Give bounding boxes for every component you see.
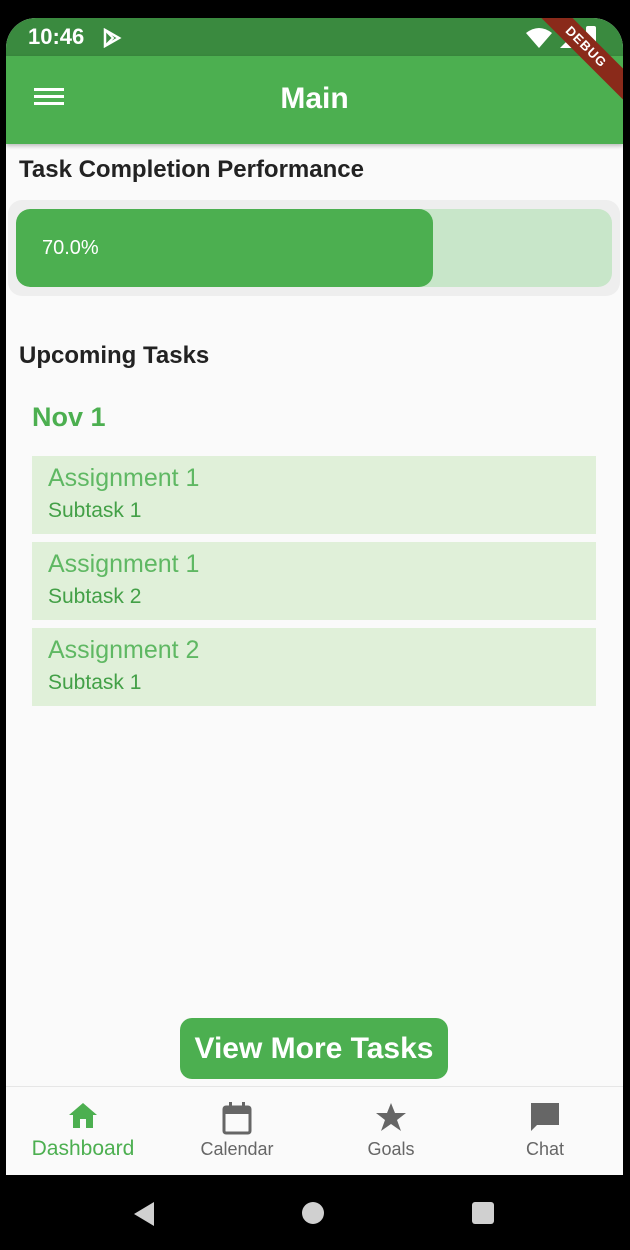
task-subtask: Subtask 1 bbox=[48, 499, 142, 522]
chat-icon bbox=[531, 1103, 559, 1131]
status-time: 10:46 bbox=[28, 24, 85, 49]
app-bar: Main bbox=[6, 56, 623, 144]
view-more-tasks-button[interactable]: View More Tasks bbox=[180, 1018, 448, 1079]
task-item[interactable]: Assignment 1 Subtask 1 bbox=[32, 456, 596, 534]
bottom-nav: Dashboard Calendar Goals Chat bbox=[6, 1086, 623, 1175]
progress-label: 70.0% bbox=[42, 237, 99, 259]
task-title: Assignment 1 bbox=[48, 550, 200, 578]
page-title: Main bbox=[280, 82, 349, 115]
system-nav-bar bbox=[0, 1175, 630, 1250]
performance-heading: Task Completion Performance bbox=[19, 156, 364, 183]
status-bar: 10:46 bbox=[6, 18, 623, 56]
progress-card: 70.0% bbox=[8, 200, 620, 296]
nav-item-dashboard[interactable]: Dashboard bbox=[6, 1087, 160, 1175]
home-button-icon[interactable] bbox=[302, 1202, 324, 1224]
nav-label: Dashboard bbox=[31, 1137, 135, 1160]
task-title: Assignment 2 bbox=[48, 636, 200, 664]
task-title: Assignment 1 bbox=[48, 464, 200, 492]
nav-label: Calendar bbox=[200, 1139, 274, 1159]
recent-apps-icon[interactable] bbox=[472, 1202, 494, 1224]
nav-item-goals[interactable]: Goals bbox=[314, 1087, 468, 1175]
task-item[interactable]: Assignment 2 Subtask 1 bbox=[32, 628, 596, 706]
task-subtask: Subtask 2 bbox=[48, 585, 142, 608]
star-icon bbox=[376, 1103, 406, 1131]
upcoming-heading: Upcoming Tasks bbox=[19, 342, 210, 369]
play-store-icon bbox=[103, 28, 122, 48]
nav-label: Chat bbox=[525, 1139, 565, 1159]
progress-track: 70.0% bbox=[16, 209, 612, 287]
back-icon[interactable] bbox=[132, 1202, 156, 1226]
calendar-icon bbox=[222, 1102, 252, 1135]
wifi-icon bbox=[526, 28, 552, 48]
phone-screen: 10:46 DEBUG Main Task Completion Perform… bbox=[6, 18, 623, 1250]
nav-item-calendar[interactable]: Calendar bbox=[160, 1087, 314, 1175]
nav-item-chat[interactable]: Chat bbox=[468, 1087, 622, 1175]
task-list: Assignment 1 Subtask 1 Assignment 1 Subt… bbox=[32, 456, 596, 714]
date-label: Nov 1 bbox=[32, 402, 106, 432]
task-item[interactable]: Assignment 1 Subtask 2 bbox=[32, 542, 596, 620]
task-subtask: Subtask 1 bbox=[48, 671, 142, 694]
nav-label: Goals bbox=[367, 1139, 415, 1159]
home-icon bbox=[69, 1103, 97, 1128]
